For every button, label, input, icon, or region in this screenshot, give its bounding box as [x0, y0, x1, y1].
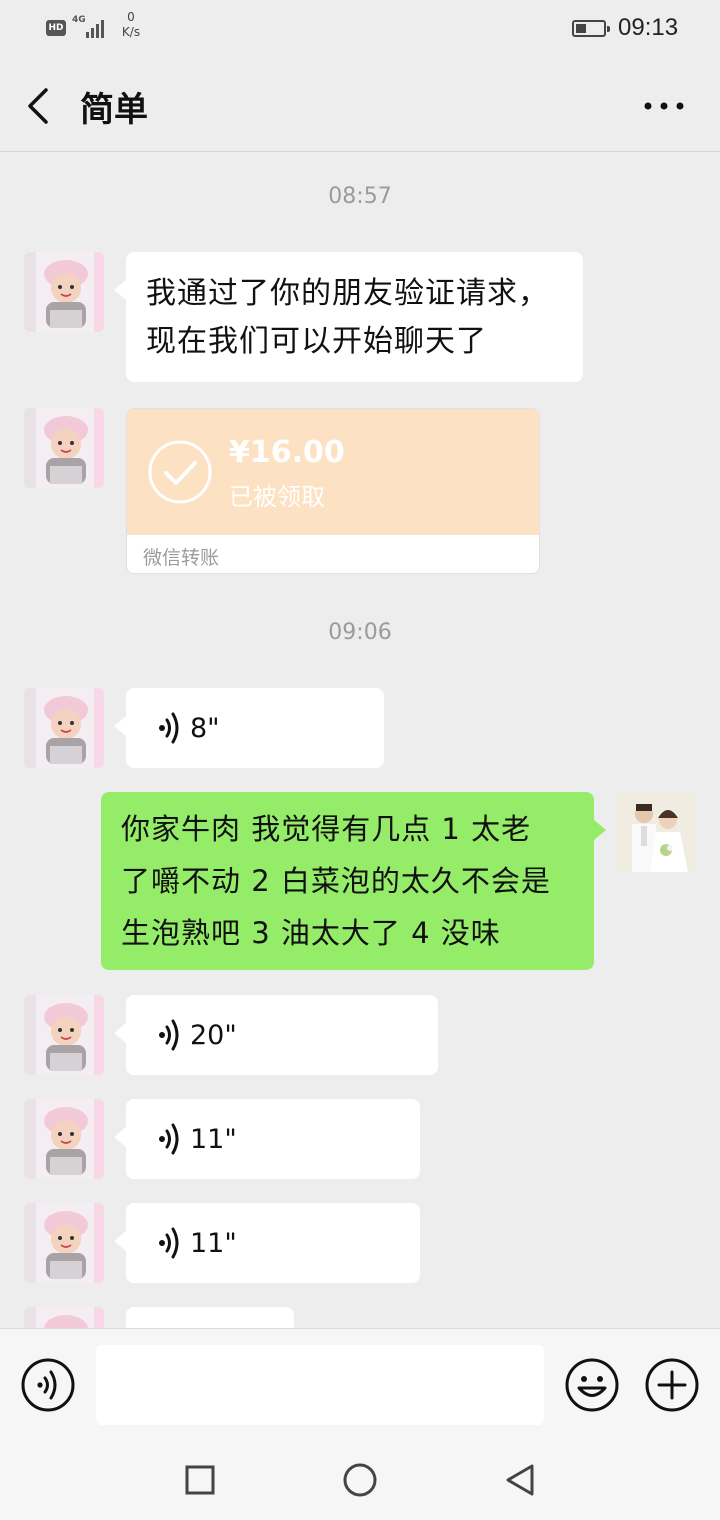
add-more-icon[interactable]	[644, 1357, 700, 1413]
back-arrow-icon[interactable]	[24, 86, 52, 126]
timestamp-0857: 08:57	[328, 184, 392, 209]
contact-avatar[interactable]	[24, 408, 104, 488]
contact-avatar[interactable]	[24, 1099, 104, 1179]
message-text: 你家牛肉 我觉得有几点 1 太老 了嚼不动 2 白菜泡的太久不会是 生泡熟吧 3…	[121, 812, 551, 950]
timestamp-0906: 09:06	[328, 620, 392, 645]
back-icon[interactable]	[504, 1462, 536, 1498]
network-speed-value: 0	[127, 10, 135, 24]
signal-icon	[86, 20, 104, 38]
voice-duration: 20"	[190, 1019, 237, 1051]
voice-message-content: 8"	[156, 710, 220, 746]
voice-wave-icon	[156, 1121, 184, 1157]
hd-badge: HD	[46, 20, 66, 36]
voice-input-toggle-icon[interactable]	[20, 1357, 76, 1413]
voice-message-bubble[interactable]: 11"	[114, 1203, 420, 1283]
wechat-transfer-card[interactable]: ¥16.00 已被领取 微信转账	[126, 408, 540, 574]
chat-title: 简单	[80, 90, 148, 130]
contact-avatar[interactable]	[24, 995, 104, 1075]
chat-message-list[interactable]: 08:57 我通过了你的朋友验证请求， 现在我们可以开始聊天了 ¥16.00 已…	[0, 152, 720, 1328]
contact-avatar[interactable]	[24, 688, 104, 768]
message-bubble-partial[interactable]	[126, 1307, 294, 1328]
status-bar: HD 4G 0 K/s 09:13	[0, 0, 720, 56]
voice-duration: 8"	[190, 712, 220, 744]
voice-wave-icon	[156, 710, 184, 746]
voice-duration: 11"	[190, 1227, 237, 1259]
voice-wave-icon	[156, 1017, 184, 1053]
message-bubble-self[interactable]: 你家牛肉 我觉得有几点 1 太老 了嚼不动 2 白菜泡的太久不会是 生泡熟吧 3…	[101, 792, 606, 970]
chat-header: 简单	[0, 56, 720, 152]
message-input[interactable]	[96, 1345, 544, 1425]
transfer-card-top: ¥16.00 已被领取	[127, 409, 539, 535]
voice-message-content: 20"	[156, 1017, 237, 1053]
message-text: 我通过了你的朋友验证请求， 现在我们可以开始聊天了	[146, 276, 549, 359]
more-options-icon[interactable]	[640, 86, 688, 126]
voice-message-bubble[interactable]: 20"	[114, 995, 438, 1075]
home-icon[interactable]	[342, 1462, 378, 1498]
transfer-label: 微信转账	[143, 547, 220, 569]
transfer-status: 已被领取	[229, 483, 325, 511]
voice-wave-icon	[156, 1225, 184, 1261]
message-bubble-friend-greeting[interactable]: 我通过了你的朋友验证请求， 现在我们可以开始聊天了	[114, 252, 583, 382]
voice-duration: 11"	[190, 1123, 237, 1155]
battery-icon	[572, 20, 610, 37]
network-speed: 0 K/s	[118, 10, 144, 40]
voice-message-bubble[interactable]: 8"	[114, 688, 384, 768]
network-speed-unit: K/s	[121, 25, 141, 39]
chat-input-bar	[0, 1328, 720, 1440]
recent-apps-icon[interactable]	[184, 1464, 216, 1496]
contact-avatar[interactable]	[24, 1203, 104, 1283]
check-circle-icon	[148, 440, 212, 504]
status-time: 09:13	[618, 14, 679, 41]
voice-message-bubble[interactable]: 11"	[114, 1099, 420, 1179]
voice-message-content: 11"	[156, 1121, 237, 1157]
system-navigation-bar	[0, 1440, 720, 1520]
voice-message-content: 11"	[156, 1225, 237, 1261]
transfer-amount: ¥16.00	[229, 435, 345, 470]
contact-avatar[interactable]	[24, 1307, 104, 1328]
self-avatar[interactable]	[616, 792, 696, 872]
contact-avatar[interactable]	[24, 252, 104, 332]
emoji-icon[interactable]	[564, 1357, 620, 1413]
